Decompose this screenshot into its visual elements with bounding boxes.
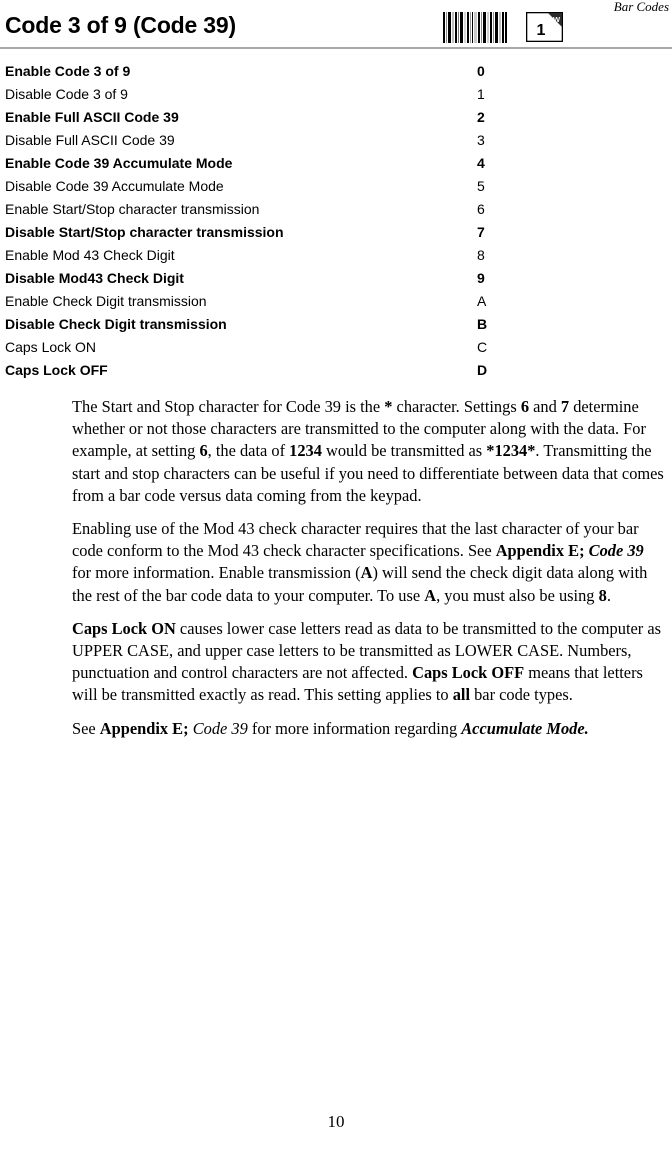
setting-label: Enable Mod 43 Check Digit	[5, 247, 175, 263]
reference-accumulate-mode: Accumulate Mode.	[461, 718, 589, 738]
setting-label: Enable Full ASCII Code 39	[5, 109, 179, 125]
setting-code: 2	[477, 109, 485, 125]
header-divider	[0, 47, 672, 49]
setting-code: B	[477, 316, 488, 332]
text-run: , you must also be using	[436, 585, 599, 605]
emphasis-setting-7: 7	[560, 397, 570, 416]
barcode-icon	[443, 12, 507, 43]
page-title: Code 3 of 9 (Code 39)	[5, 12, 236, 38]
reference-appendix-e-2: Appendix E;	[99, 718, 189, 738]
paragraph-start-stop: The Start and Stop character for Code 39…	[72, 396, 664, 507]
table-row: Disable Code 39 Accumulate Mode 5	[0, 175, 672, 198]
table-row: Disable Check Digit transmission B	[0, 313, 672, 336]
body-content: The Start and Stop character for Code 39…	[72, 396, 664, 751]
table-row: Disable Full ASCII Code 39 3	[0, 129, 672, 152]
page-corner-number-text: 1	[537, 22, 546, 39]
setting-code: 8	[477, 247, 485, 263]
text-run: would be transmitted as	[321, 441, 487, 461]
table-row: Enable Code 39 Accumulate Mode 4	[0, 152, 672, 175]
emphasis-data-starstop: *1234*	[486, 441, 536, 461]
paragraph-mod43: Enabling use of the Mod 43 check charact…	[72, 518, 664, 607]
table-row: Disable Start/Stop character transmissio…	[0, 221, 672, 244]
reference-code-39-2: Code 39	[192, 718, 248, 738]
setting-code: 6	[477, 201, 485, 217]
text-run: character. Settings	[392, 397, 521, 416]
emphasis-data-1234: 1234	[289, 441, 322, 461]
text-run: bar code types.	[470, 685, 573, 705]
paragraph-caps-lock: Caps Lock ON causes lower case letters r…	[72, 618, 664, 707]
text-run: , the data of	[207, 441, 290, 461]
setting-label: Disable Check Digit transmission	[5, 316, 227, 332]
page-corner-icon: 1 W	[526, 12, 563, 42]
text-run: The Start and Stop character for Code 39…	[72, 397, 385, 416]
setting-label: Caps Lock ON	[5, 339, 97, 355]
setting-label: Disable Code 3 of 9	[5, 86, 128, 102]
text-run: See	[72, 718, 100, 738]
setting-code: 5	[477, 178, 485, 194]
text-run: for more information. Enable transmissio…	[72, 563, 361, 583]
setting-code: 3	[477, 132, 485, 148]
setting-code: 7	[477, 224, 485, 240]
setting-label: Caps Lock OFF	[5, 362, 108, 378]
setting-code: 0	[477, 63, 485, 79]
page-header: Code 3 of 9 (Code 39) 1 W Bar Codes	[0, 0, 672, 50]
emphasis-caps-lock-on: Caps Lock ON	[72, 618, 176, 638]
emphasis-setting-8: 8	[598, 585, 607, 605]
table-row: Disable Mod43 Check Digit 9	[0, 267, 672, 290]
table-row: Enable Start/Stop character transmission…	[0, 198, 672, 221]
setting-label: Enable Code 39 Accumulate Mode	[5, 155, 233, 171]
setting-label: Enable Code 3 of 9	[5, 63, 131, 79]
reference-code-39: Code 39	[588, 541, 644, 561]
setting-code: D	[477, 362, 488, 378]
table-row: Caps Lock ON C	[0, 336, 672, 359]
emphasis-setting-a: A	[360, 563, 373, 583]
table-row: Enable Code 3 of 9 0	[0, 60, 672, 83]
setting-label: Disable Code 39 Accumulate Mode	[5, 178, 224, 194]
setting-label: Disable Mod43 Check Digit	[5, 270, 184, 286]
page-number: 10	[327, 1112, 345, 1131]
setting-code: 9	[477, 270, 485, 286]
setting-label: Enable Start/Stop character transmission	[5, 201, 260, 217]
emphasis-setting-6b: 6	[199, 441, 208, 461]
setting-label: Enable Check Digit transmission	[5, 293, 207, 309]
table-row: Disable Code 3 of 9 1	[0, 83, 672, 106]
emphasis-setting-6: 6	[520, 397, 530, 416]
page-corner-mark-text: W	[553, 15, 561, 24]
text-run: for more information regarding	[247, 718, 462, 738]
table-row: Caps Lock OFF D	[0, 359, 672, 382]
table-row: Enable Mod 43 Check Digit 8	[0, 244, 672, 267]
setting-code: A	[477, 293, 487, 309]
emphasis-caps-lock-off: Caps Lock OFF	[412, 663, 525, 683]
setting-code: C	[477, 339, 488, 355]
section-label: Bar Codes	[613, 0, 669, 14]
table-row: Enable Full ASCII Code 39 2	[0, 106, 672, 129]
setting-label: Disable Full ASCII Code 39	[5, 132, 175, 148]
table-row: Enable Check Digit transmission A	[0, 290, 672, 313]
settings-table: Enable Code 3 of 9 0 Disable Code 3 of 9 1 E…	[0, 60, 672, 382]
emphasis-all: all	[452, 685, 471, 705]
text-run: and	[529, 397, 561, 416]
emphasis-setting-a2: A	[424, 585, 437, 605]
paragraph-accumulate-mode: See Appendix E; Code 39 for more informa…	[72, 718, 664, 740]
setting-label: Disable Start/Stop character transmissio…	[5, 224, 284, 240]
text-run: .	[606, 585, 611, 605]
reference-appendix-e: Appendix E;	[495, 541, 585, 561]
setting-code: 1	[477, 86, 485, 102]
setting-code: 4	[477, 155, 485, 171]
